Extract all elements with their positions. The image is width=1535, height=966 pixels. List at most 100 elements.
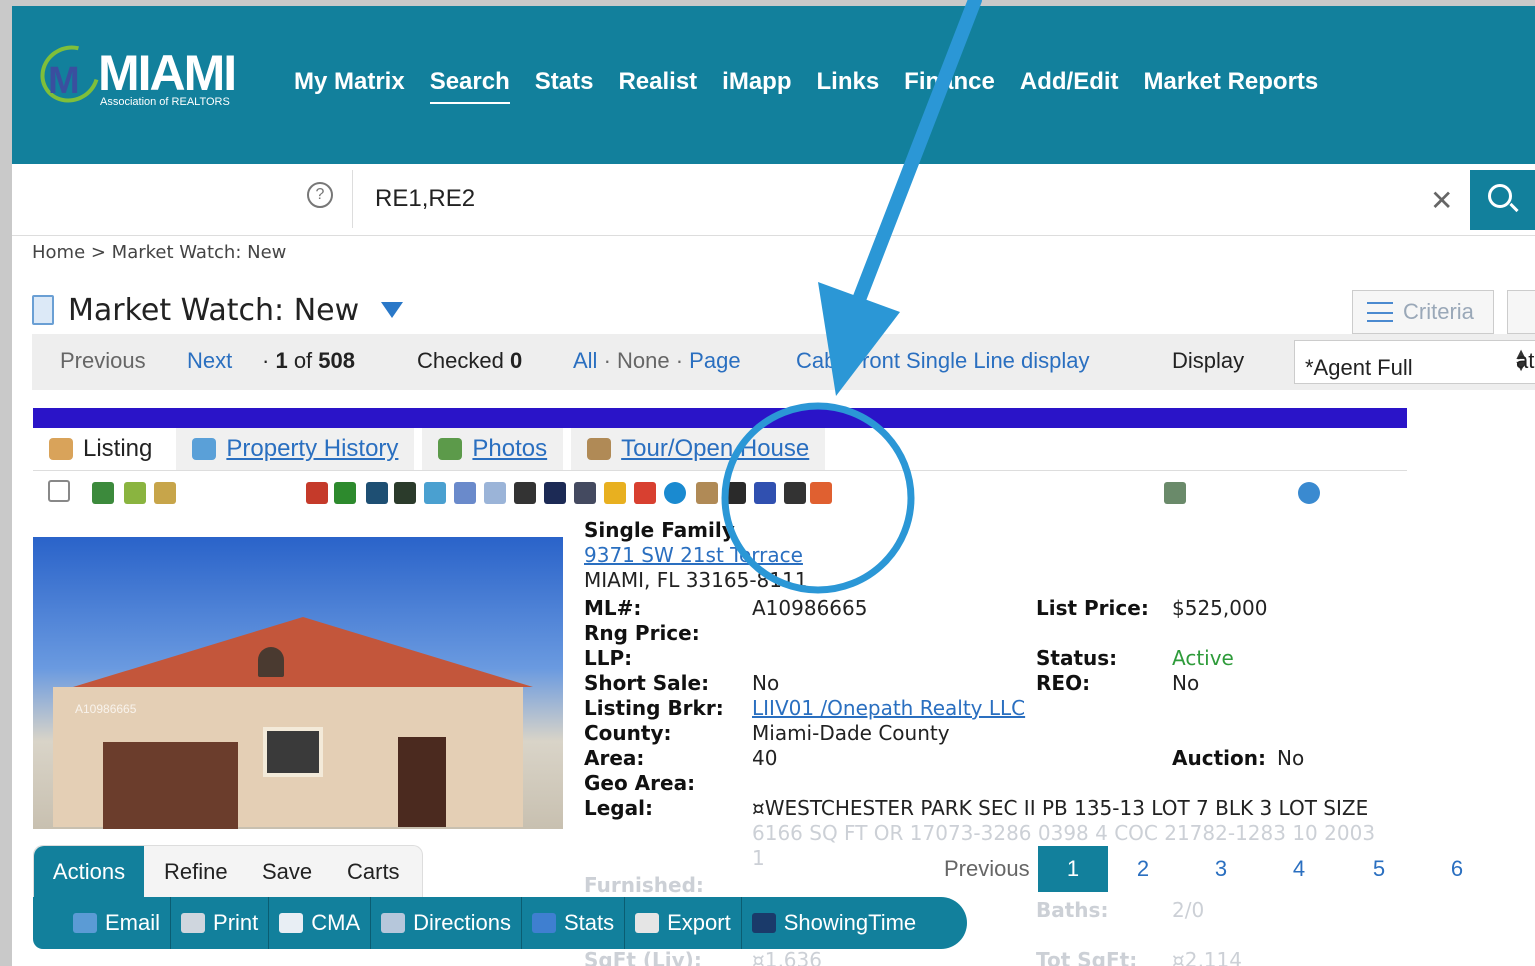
nav-item-stats[interactable]: Stats xyxy=(535,68,594,104)
header-bar: M MIAMI Association of REALTORS My Matri… xyxy=(12,6,1535,164)
map-button[interactable] xyxy=(1507,290,1535,334)
legal-description: ¤WESTCHESTER PARK SEC II PB 135-13 LOT 7… xyxy=(752,796,1369,820)
listing-photo[interactable]: A10986665 xyxy=(33,537,563,829)
export-button[interactable]: Export xyxy=(625,897,742,949)
search-button[interactable] xyxy=(1470,170,1535,230)
tab-listing[interactable]: Listing xyxy=(33,428,177,470)
door-icon xyxy=(587,438,612,460)
pagination-page-2[interactable]: 2 xyxy=(1128,846,1158,892)
tab-photos[interactable]: Photos xyxy=(422,428,572,470)
pagination-page-3[interactable]: 3 xyxy=(1206,846,1236,892)
status-badge: Active xyxy=(1172,646,1234,670)
pagination-page-5[interactable]: 5 xyxy=(1364,846,1394,892)
film-icon[interactable] xyxy=(724,482,746,504)
tab-label: Listing xyxy=(83,435,153,462)
nav-item-add-edit[interactable]: Add/Edit xyxy=(1020,68,1119,104)
dollar-icon[interactable] xyxy=(334,482,356,504)
photo-watermark: A10986665 xyxy=(75,702,137,716)
chart-icon[interactable] xyxy=(454,482,476,504)
percent-icon[interactable] xyxy=(754,482,776,504)
listing-header-bar xyxy=(33,408,1407,428)
map-icon[interactable] xyxy=(544,482,566,504)
map-icon[interactable] xyxy=(124,482,146,504)
actions-tab-save[interactable]: Save xyxy=(262,846,312,898)
action-label: Email xyxy=(105,910,161,935)
flower-icon[interactable] xyxy=(810,482,832,504)
info-icon[interactable] xyxy=(366,482,388,504)
property-type: Single Family xyxy=(584,518,735,542)
history-icon[interactable] xyxy=(154,482,176,504)
tab-tour-open-house[interactable]: Tour/Open House xyxy=(571,428,834,470)
nav-item-search[interactable]: Search xyxy=(429,68,510,104)
print-button[interactable]: Print xyxy=(171,897,270,949)
stats-button[interactable]: Stats xyxy=(522,897,626,949)
search-input[interactable] xyxy=(352,170,1470,228)
clock-icon[interactable] xyxy=(1164,482,1186,504)
select-none-link[interactable]: None xyxy=(617,348,670,373)
close-icon[interactable]: ✕ xyxy=(1430,184,1453,217)
select-page-link[interactable]: Page xyxy=(689,348,740,373)
tab-label: Photos xyxy=(472,435,548,462)
previous-link[interactable]: Previous xyxy=(60,348,146,374)
action-label: Print xyxy=(213,910,259,935)
link-icon[interactable] xyxy=(784,482,806,504)
door-icon[interactable] xyxy=(696,482,718,504)
breadcrumb[interactable]: Home > Market Watch: New xyxy=(32,242,286,263)
actions-tab-actions[interactable]: Actions xyxy=(34,846,144,898)
city-line: MIAMI, FL 33165-8111 xyxy=(584,568,808,592)
single-line-display-link[interactable]: CaboFront Single Line display xyxy=(796,348,1090,374)
criteria-button[interactable]: Criteria xyxy=(1352,290,1494,334)
document-icon xyxy=(279,913,304,933)
miami-realtors-logo[interactable]: M MIAMI Association of REALTORS xyxy=(30,34,250,114)
select-links: All · None · Page xyxy=(573,348,741,373)
satellite-icon[interactable] xyxy=(424,482,446,504)
email-icon xyxy=(73,913,97,933)
pagination-page-4[interactable]: 4 xyxy=(1284,846,1314,892)
copy-icon[interactable] xyxy=(484,482,506,504)
smiley-icon[interactable] xyxy=(1298,482,1320,504)
checked-count: Checked 0 xyxy=(417,348,523,373)
pagination-page-6[interactable]: 6 xyxy=(1442,846,1472,892)
email-button[interactable]: Email xyxy=(63,897,172,949)
mountain-icon[interactable] xyxy=(634,482,656,504)
chevron-down-icon[interactable] xyxy=(381,302,404,318)
export-icon xyxy=(635,913,660,933)
action-label: Directions xyxy=(413,910,511,935)
fs-icon[interactable] xyxy=(394,482,416,504)
page-title-row: Market Watch: New xyxy=(32,290,404,330)
nav-item-links[interactable]: Links xyxy=(816,68,879,104)
listing-broker-link[interactable]: LIIV01 /Onepath Realty LLC xyxy=(752,696,1025,720)
nav-item-market-reports[interactable]: Market Reports xyxy=(1144,68,1319,104)
link-icon[interactable] xyxy=(514,482,536,504)
nav-item-imapp[interactable]: iMapp xyxy=(722,68,791,104)
nav-item-my-matrix[interactable]: My Matrix xyxy=(294,68,405,104)
address-link[interactable]: 9371 SW 21st Terrace xyxy=(584,543,803,567)
nav-item-realist[interactable]: Realist xyxy=(618,68,697,104)
pagination-page-1[interactable]: 1 xyxy=(1038,846,1108,892)
nav-item-finance[interactable]: Finance xyxy=(904,68,995,104)
listing-icon-strip xyxy=(48,478,1348,508)
criteria-label: Criteria xyxy=(1403,299,1474,324)
cube-icon[interactable] xyxy=(306,482,328,504)
pagination-previous[interactable]: Previous xyxy=(944,846,1030,892)
photo-icon[interactable] xyxy=(92,482,114,504)
list-price: $525,000 xyxy=(1172,596,1268,620)
results-toolbar: Previous Next · 1 of 508 Checked 0 All ·… xyxy=(32,334,1535,390)
display-select[interactable]: *Agent Full ▲ ▼ xyxy=(1294,340,1535,384)
actions-tab-carts[interactable]: Carts xyxy=(347,846,400,898)
listing-checkbox[interactable] xyxy=(48,480,70,502)
next-link[interactable]: Next xyxy=(187,348,232,374)
record-position: · 1 of 508 xyxy=(262,348,355,373)
cma-button[interactable]: CMA xyxy=(269,897,372,949)
water-icon[interactable] xyxy=(664,482,686,504)
directions-button[interactable]: Directions xyxy=(371,897,522,949)
tab-property-history[interactable]: Property History xyxy=(176,428,423,470)
warning-icon[interactable] xyxy=(604,482,626,504)
printer-icon xyxy=(181,913,206,933)
question-circle-icon[interactable]: ? xyxy=(307,182,333,208)
building-icon[interactable] xyxy=(574,482,596,504)
action-bar: Email Print CMA Directions Stats Export Showin… xyxy=(33,897,967,949)
select-all-link[interactable]: All xyxy=(573,348,597,373)
showingtime-button[interactable]: ShowingTime xyxy=(742,897,926,949)
actions-tab-refine[interactable]: Refine xyxy=(164,846,228,898)
